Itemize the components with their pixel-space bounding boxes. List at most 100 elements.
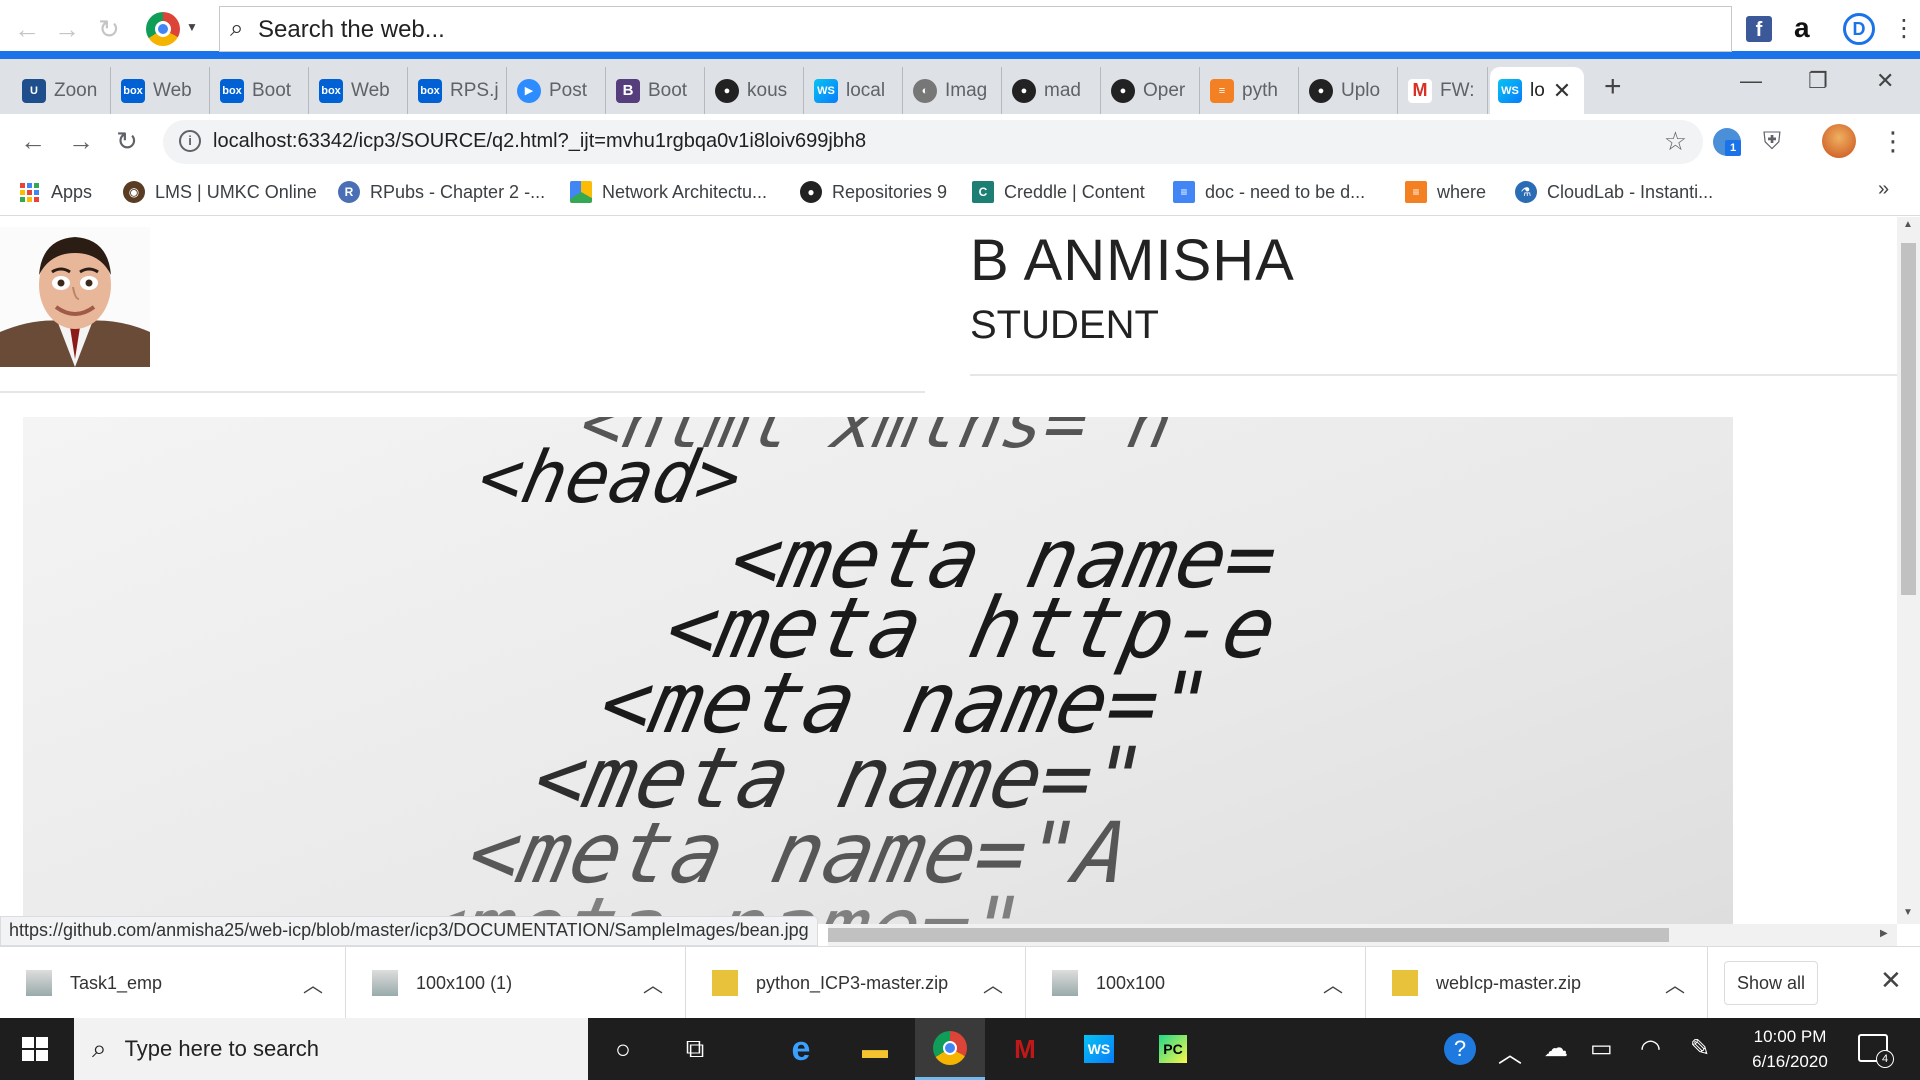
webstorm-taskbar-icon[interactable]: WS xyxy=(1064,1018,1134,1080)
bookmark-item[interactable]: Network Architectu... xyxy=(570,178,767,206)
extension-translate-icon[interactable]: 1 xyxy=(1713,128,1741,156)
globe-icon: ◐ xyxy=(913,78,937,103)
extension-shield-icon[interactable]: ⛨ xyxy=(1763,128,1781,156)
edge-icon[interactable]: e xyxy=(766,1018,836,1080)
profile-d-icon[interactable]: D xyxy=(1843,13,1875,45)
tab-item[interactable]: ◐ Imag xyxy=(905,67,1002,114)
chrome-logo-icon[interactable] xyxy=(146,12,180,46)
google-drive-icon xyxy=(570,181,592,203)
cloud-sync-icon[interactable]: ☁ xyxy=(1544,1034,1568,1063)
web-search-box[interactable]: ⌕ xyxy=(219,6,1732,52)
bookmarks-overflow-icon[interactable]: » xyxy=(1878,178,1889,201)
tab-item[interactable]: B Boot xyxy=(608,67,705,114)
windows-start-icon[interactable] xyxy=(20,1034,50,1064)
mcafee-icon[interactable]: M xyxy=(990,1018,1060,1080)
pen-icon[interactable]: ✎ xyxy=(1690,1034,1710,1063)
close-tab-icon[interactable]: ✕ xyxy=(1553,78,1571,104)
tab-item[interactable]: ● mad xyxy=(1004,67,1101,114)
download-item[interactable]: webIcp-master.zip ︿ xyxy=(1366,947,1708,1019)
tab-item[interactable]: ● Uplo xyxy=(1301,67,1398,114)
chevron-up-icon[interactable]: ︿ xyxy=(1665,969,1685,998)
chrome-taskbar-icon[interactable] xyxy=(915,1018,985,1080)
notification-count: 4 xyxy=(1876,1050,1894,1068)
file-icon xyxy=(1052,970,1078,996)
reload-icon[interactable]: ↻ xyxy=(116,126,138,157)
reload-icon[interactable]: ↻ xyxy=(98,14,120,45)
chevron-up-icon[interactable]: ︿ xyxy=(643,969,663,998)
file-explorer-icon[interactable]: ▬ xyxy=(840,1018,910,1080)
gmail-icon: M xyxy=(1408,78,1432,103)
menu-dots-icon[interactable]: ⋮ xyxy=(1892,14,1916,43)
tab-label: Boot xyxy=(252,79,292,101)
forward-icon[interactable]: → xyxy=(68,126,94,157)
tab-item[interactable]: M FW: xyxy=(1400,67,1488,114)
bookmark-item[interactable]: ◉ LMS | UMKC Online xyxy=(123,178,317,206)
show-all-downloads-button[interactable]: Show all xyxy=(1724,961,1818,1005)
task-view-icon[interactable]: ⧉ xyxy=(660,1018,730,1080)
back-icon[interactable]: ← xyxy=(14,14,40,45)
pycharm-taskbar-icon[interactable]: PC xyxy=(1138,1018,1208,1080)
scroll-up-icon[interactable]: ▲ xyxy=(1903,219,1913,230)
tab-item[interactable]: box RPS.j xyxy=(410,67,507,114)
close-downloads-icon[interactable]: ✕ xyxy=(1880,965,1902,996)
wifi-icon[interactable]: ◠ xyxy=(1640,1034,1661,1063)
web-search-input[interactable] xyxy=(258,13,1718,47)
download-item[interactable]: 100x100 ︿ xyxy=(1026,947,1366,1019)
cortana-icon[interactable]: ○ xyxy=(588,1018,658,1080)
chevron-up-icon[interactable]: ︿ xyxy=(983,969,1003,998)
bookmark-item[interactable]: C Creddle | Content xyxy=(972,178,1145,206)
profile-photo[interactable] xyxy=(0,227,150,367)
download-item[interactable]: python_ICP3-master.zip ︿ xyxy=(686,947,1026,1019)
horizontal-scrollbar[interactable]: ▶ xyxy=(828,924,1897,946)
bookmark-item[interactable]: ● Repositories 9 xyxy=(800,178,947,206)
forward-icon[interactable]: → xyxy=(54,14,80,45)
amazon-icon[interactable]: a xyxy=(1794,12,1810,44)
tab-item[interactable]: ≡ pyth xyxy=(1202,67,1299,114)
tab-item[interactable]: ● kous xyxy=(707,67,804,114)
minimize-icon[interactable]: — xyxy=(1740,68,1762,94)
bookmark-item[interactable]: R RPubs - Chapter 2 -... xyxy=(338,178,545,206)
help-icon[interactable]: ? xyxy=(1444,1033,1476,1065)
horizontal-scroll-thumb[interactable] xyxy=(828,928,1669,942)
profile-avatar[interactable] xyxy=(1822,124,1856,158)
tab-item[interactable]: WS local xyxy=(806,67,903,114)
github-icon: ● xyxy=(1111,78,1135,103)
chevron-down-icon[interactable]: ▼ xyxy=(186,20,198,34)
facebook-icon[interactable]: f xyxy=(1746,16,1772,42)
action-center-icon[interactable]: 4 xyxy=(1858,1034,1894,1068)
bookmark-star-icon[interactable]: ☆ xyxy=(1664,126,1687,157)
vertical-scrollbar[interactable]: ▲ ▼ xyxy=(1897,217,1920,924)
bookmark-item[interactable]: ≡ where xyxy=(1405,178,1486,206)
taskbar-search[interactable]: ⌕ Type here to search xyxy=(74,1018,588,1080)
window-close-icon[interactable]: ✕ xyxy=(1876,68,1894,94)
tray-expand-icon[interactable]: ︿ xyxy=(1498,1034,1522,1069)
taskbar-clock[interactable]: 10:00 PM 6/16/2020 xyxy=(1740,1024,1840,1074)
tab-item-active[interactable]: WS lo ✕ xyxy=(1490,67,1584,114)
tab-item[interactable]: U Zoon xyxy=(14,67,111,114)
tab-item[interactable]: ● Oper xyxy=(1103,67,1200,114)
tab-item[interactable]: ▶ Post xyxy=(509,67,606,114)
tab-item[interactable]: box Web xyxy=(311,67,408,114)
bookmark-item[interactable]: ⚗ CloudLab - Instanti... xyxy=(1515,178,1713,206)
scroll-down-icon[interactable]: ▼ xyxy=(1903,907,1913,918)
site-info-icon[interactable]: i xyxy=(179,130,201,152)
bookmark-label: Apps xyxy=(51,181,93,202)
back-icon[interactable]: ← xyxy=(20,126,46,157)
tab-item[interactable]: box Web xyxy=(113,67,210,114)
restore-icon[interactable]: ❐ xyxy=(1808,68,1828,94)
address-bar[interactable]: i localhost:63342/icp3/SOURCE/q2.html?_i… xyxy=(163,120,1703,164)
bookmark-apps[interactable]: Apps xyxy=(20,178,92,206)
chevron-up-icon[interactable]: ︿ xyxy=(303,969,323,998)
vertical-scroll-thumb[interactable] xyxy=(1901,243,1916,595)
menu-dots-icon[interactable]: ⋮ xyxy=(1880,126,1906,157)
scroll-right-icon[interactable]: ▶ xyxy=(1880,928,1888,939)
download-item[interactable]: Task1_emp ︿ xyxy=(0,947,346,1019)
download-item[interactable]: 100x100 (1) ︿ xyxy=(346,947,686,1019)
tab-item[interactable]: box Boot xyxy=(212,67,309,114)
chevron-up-icon[interactable]: ︿ xyxy=(1323,969,1343,998)
new-tab-icon[interactable]: + xyxy=(1604,70,1622,104)
battery-icon[interactable]: ▭ xyxy=(1590,1034,1613,1063)
download-label: Task1_emp xyxy=(70,972,163,993)
address-url[interactable]: localhost:63342/icp3/SOURCE/q2.html?_ijt… xyxy=(213,130,866,153)
bookmark-item[interactable]: ≡ doc - need to be d... xyxy=(1173,178,1365,206)
